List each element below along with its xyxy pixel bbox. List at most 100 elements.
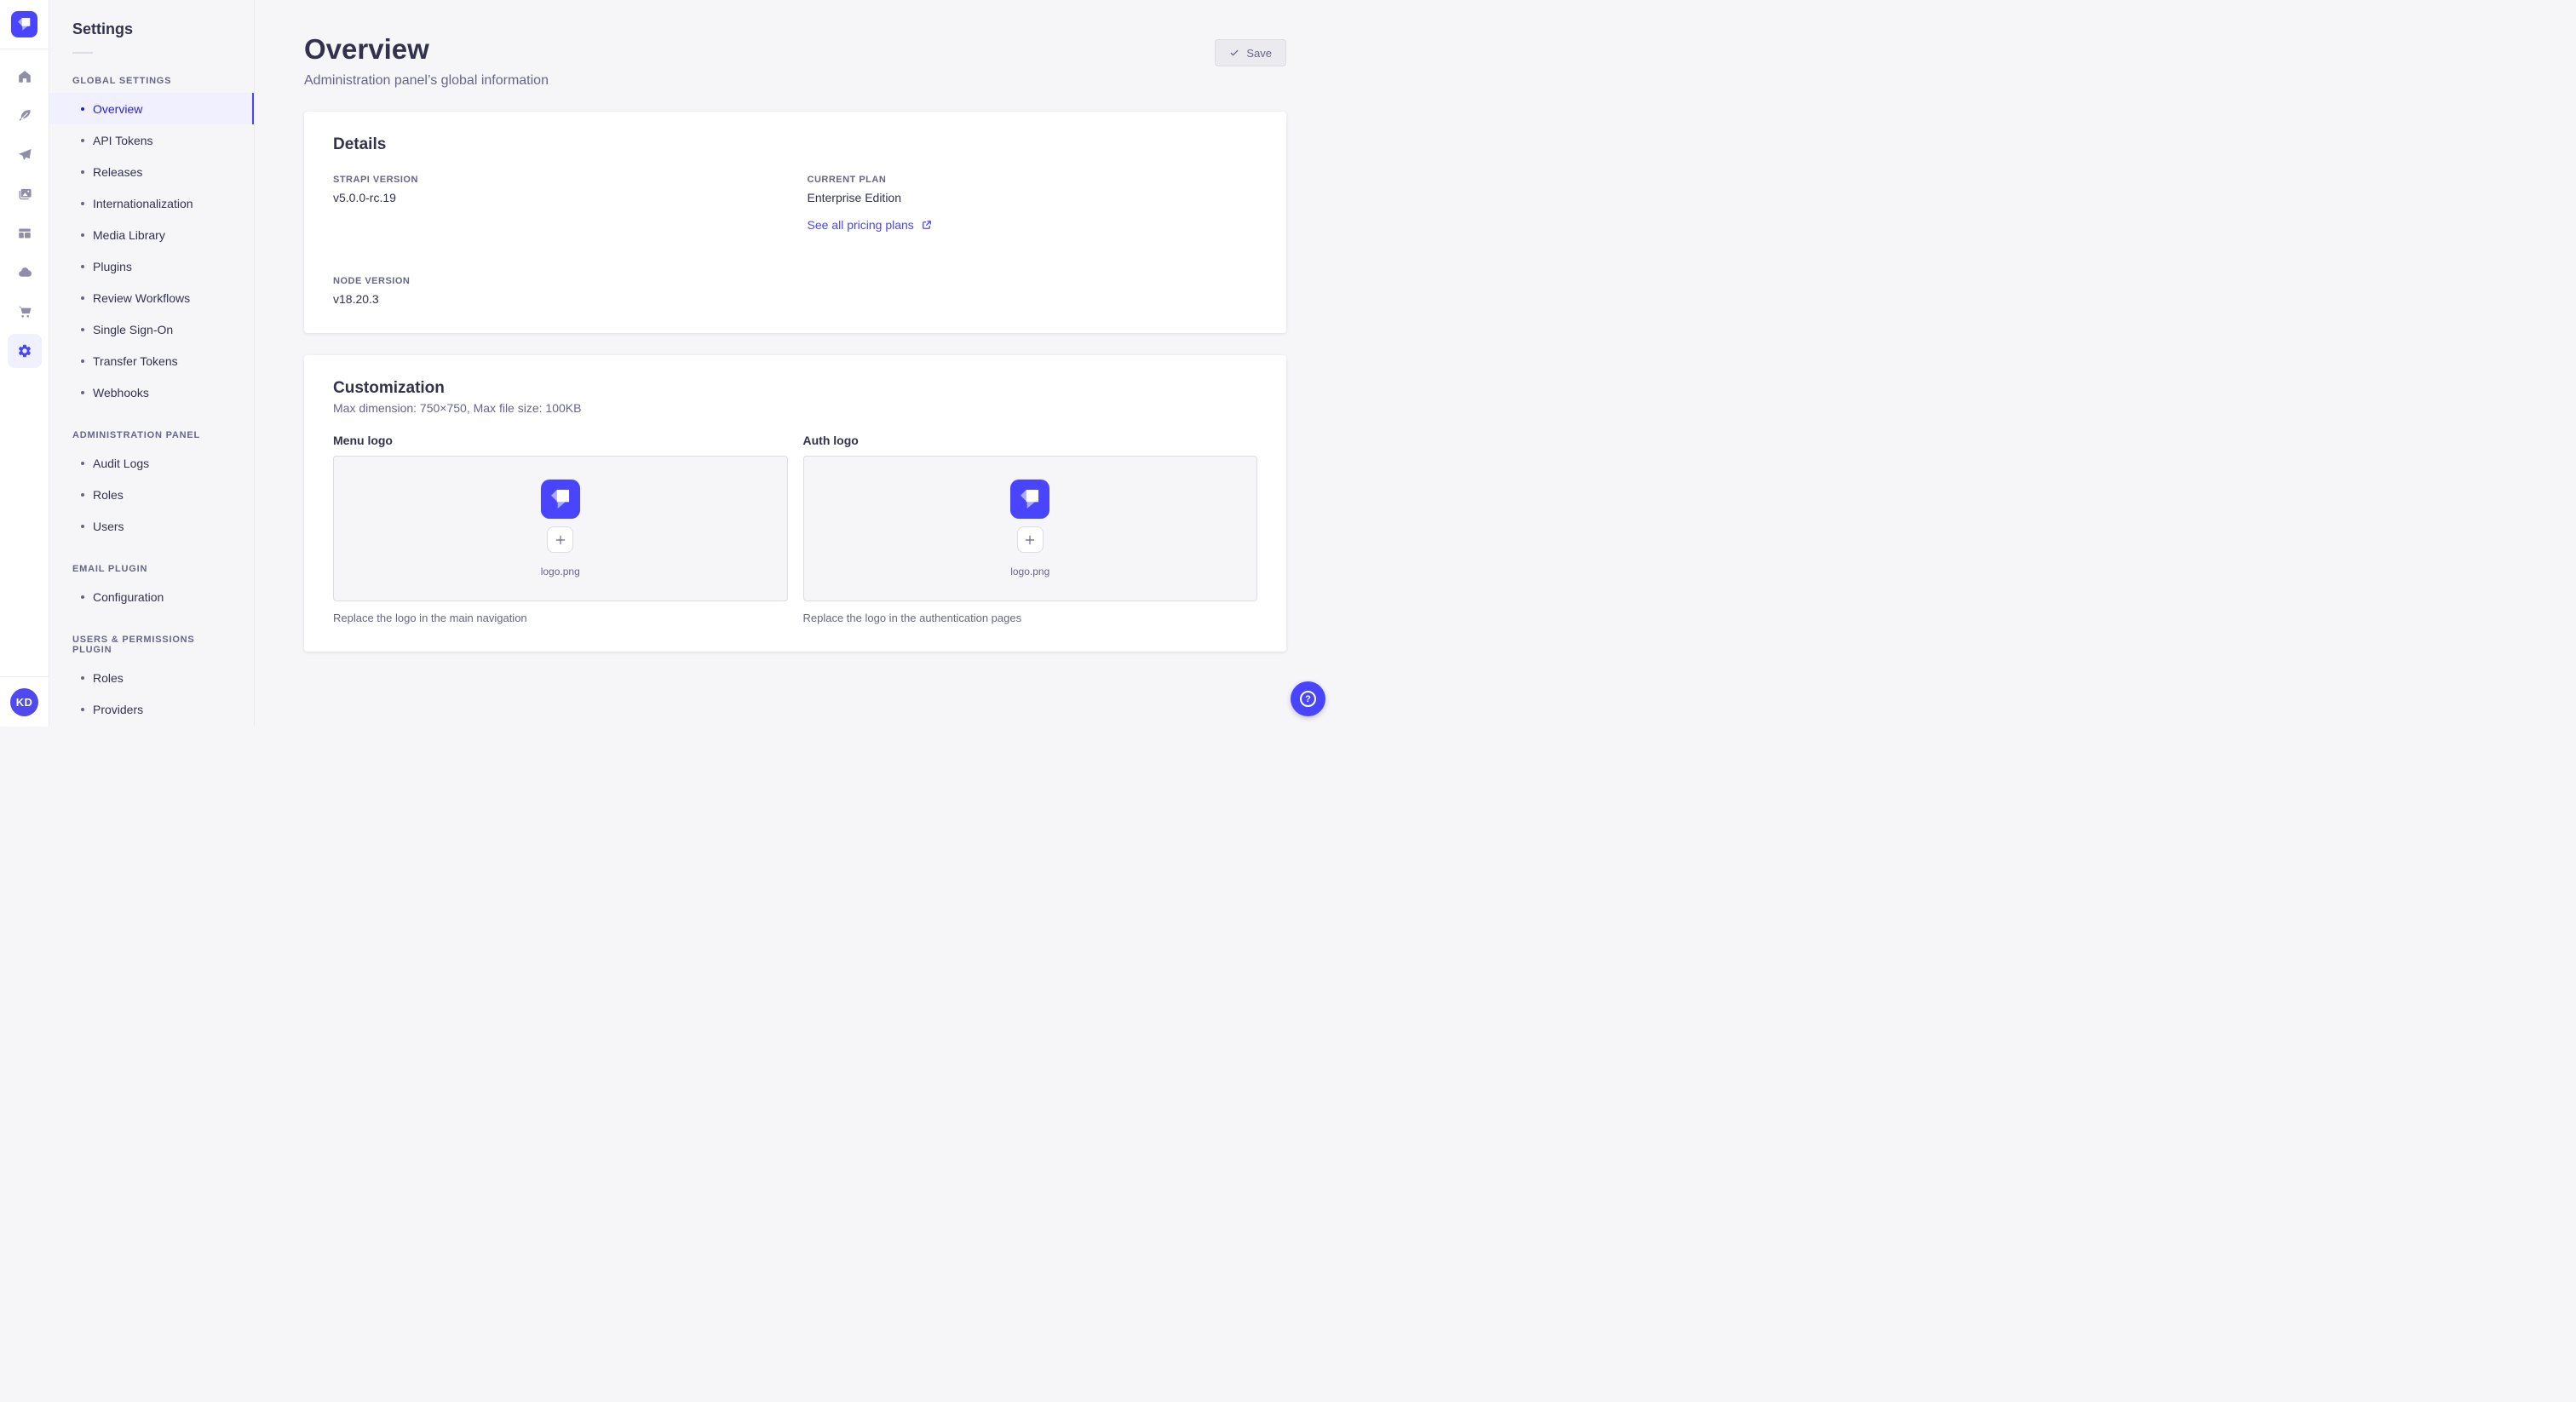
page-title: Overview — [304, 33, 429, 65]
strapi-logo-icon[interactable] — [11, 11, 37, 37]
sidebar-item-single-sign-on[interactable]: Single Sign-On — [49, 313, 254, 345]
shopping-cart-icon — [19, 306, 31, 318]
sidebar-item-transfer-tokens[interactable]: Transfer Tokens — [49, 345, 254, 376]
auth-logo-label: Auth logo — [802, 434, 859, 448]
pictures-icon — [19, 188, 32, 200]
sidebar-item-label: Webhooks — [93, 385, 149, 399]
sidebar-item-label: Media Library — [93, 227, 165, 242]
field-label: CURRENT PLAN — [807, 175, 887, 186]
sidebar-item-label: Configuration — [93, 589, 164, 604]
sidebar-item-roles-up[interactable]: Roles — [49, 662, 254, 693]
sidebar-item-label: Roles — [93, 487, 124, 502]
sidebar-item-label: Users — [93, 519, 124, 533]
cloud-icon — [18, 267, 32, 277]
sidebar-item-label: API Tokens — [93, 133, 153, 147]
sidebar-item-label: Providers — [93, 702, 144, 716]
bullet-icon — [81, 461, 84, 465]
save-button[interactable]: Save — [1215, 39, 1286, 66]
home-icon — [18, 71, 31, 83]
field-value: v18.20.3 — [333, 292, 379, 307]
main-content: Overview Administration panel’s global i… — [255, 0, 1336, 727]
strapi-version-field: STRAPI VERSION v5.0.0-rc.19 — [333, 175, 784, 233]
sidebar-item-plugins[interactable]: Plugins — [49, 250, 254, 282]
section-global-settings: GLOBAL SETTINGS — [72, 76, 172, 86]
nav-media-library-button[interactable] — [8, 177, 42, 211]
bullet-icon — [81, 138, 84, 142]
menu-logo-add-button[interactable] — [547, 526, 574, 554]
sidebar-item-releases[interactable]: Releases — [49, 156, 254, 187]
bullet-icon — [81, 390, 84, 394]
menu-logo-label: Menu logo — [333, 434, 393, 448]
menu-logo-dropzone[interactable]: logo.png — [333, 456, 788, 602]
nav-content-manager-button[interactable] — [8, 99, 42, 133]
administration-panel-list: Audit Logs Roles Users — [49, 447, 254, 542]
plus-icon — [555, 535, 565, 545]
rail-footer: KD — [0, 676, 49, 727]
bullet-icon — [81, 359, 84, 363]
sidebar-item-review-workflows[interactable]: Review Workflows — [49, 282, 254, 313]
sidebar-item-label: Plugins — [93, 259, 132, 273]
pricing-plans-link-label: See all pricing plans — [807, 218, 914, 233]
customization-card: Customization Max dimension: 750×750, Ma… — [304, 355, 1286, 652]
bullet-icon — [81, 264, 84, 268]
sidebar-item-audit-logs[interactable]: Audit Logs — [49, 447, 254, 479]
sidebar-item-label: Audit Logs — [93, 456, 150, 470]
field-label: NODE VERSION — [333, 276, 411, 287]
help-button[interactable]: ? — [1291, 681, 1325, 716]
sidebar-item-configuration[interactable]: Configuration — [49, 581, 254, 612]
sidebar-item-providers[interactable]: Providers — [49, 693, 254, 725]
plus-icon — [1026, 535, 1035, 545]
settings-gear-icon — [18, 344, 31, 358]
auth-logo-add-button[interactable] — [1016, 526, 1044, 554]
nav-marketplace-button[interactable] — [8, 295, 42, 329]
auth-logo-dropzone[interactable]: logo.png — [802, 456, 1257, 602]
subnav-divider — [72, 52, 93, 54]
workspace-logo-container — [0, 0, 49, 49]
settings-subnav: Settings GLOBAL SETTINGS Overview API To… — [49, 0, 255, 727]
current-plan-field: CURRENT PLAN Enterprise Edition See all … — [808, 175, 1258, 233]
section-administration-panel: ADMINISTRATION PANEL — [72, 430, 201, 440]
nav-settings-button[interactable] — [7, 334, 42, 368]
bullet-icon — [81, 233, 84, 237]
layout-icon — [18, 228, 31, 238]
sidebar-item-label: Single Sign-On — [93, 322, 174, 336]
pricing-plans-link[interactable]: See all pricing plans — [808, 218, 932, 232]
paper-plane-icon — [18, 148, 31, 160]
sidebar-item-roles-admin[interactable]: Roles — [49, 479, 254, 510]
sidebar-item-overview[interactable]: Overview — [49, 93, 254, 124]
bullet-icon — [81, 327, 84, 331]
bullet-icon — [81, 524, 84, 528]
bullet-icon — [81, 296, 84, 300]
page-subtitle: Administration panel’s global informatio… — [304, 73, 549, 89]
email-plugin-list: Configuration — [49, 581, 254, 612]
menu-logo-filename: logo.png — [540, 566, 580, 578]
sidebar-item-internationalization[interactable]: Internationalization — [49, 187, 254, 219]
check-icon — [1230, 49, 1239, 56]
strapi-admin-app: KD Settings GLOBAL SETTINGS Overview API… — [0, 0, 1336, 727]
nav-cloud-button[interactable] — [8, 256, 42, 290]
nav-home-button[interactable] — [8, 60, 42, 94]
customization-constraints: Max dimension: 750×750, Max file size: 1… — [333, 401, 582, 416]
auth-logo-filename: logo.png — [1010, 566, 1050, 578]
sidebar-item-label: Overview — [93, 101, 143, 116]
nav-layout-button[interactable] — [8, 216, 42, 250]
section-email-plugin: EMAIL PLUGIN — [72, 564, 148, 574]
auth-logo-upload: Auth logo logo.png Replace the logo in t… — [802, 434, 1257, 625]
user-avatar[interactable]: KD — [10, 687, 38, 716]
sidebar-item-media-library[interactable]: Media Library — [49, 219, 254, 250]
bullet-icon — [81, 106, 84, 111]
sidebar-item-webhooks[interactable]: Webhooks — [49, 376, 254, 408]
sidebar-item-label: Roles — [93, 670, 124, 685]
details-card: Details STRAPI VERSION v5.0.0-rc.19 CURR… — [304, 112, 1286, 334]
sidebar-item-api-tokens[interactable]: API Tokens — [49, 124, 254, 156]
sidebar-item-users[interactable]: Users — [49, 510, 254, 542]
details-card-title: Details — [333, 135, 387, 154]
sidebar-item-label: Internationalization — [93, 196, 193, 210]
logo-uploads: Menu logo logo.png Replace the logo in t… — [333, 434, 1257, 624]
nav-content-type-builder-button[interactable] — [8, 138, 42, 172]
sidebar-item-label: Releases — [93, 164, 143, 179]
save-button-label: Save — [1246, 46, 1272, 60]
auth-logo-hint: Replace the logo in the authentication p… — [802, 612, 1022, 625]
bullet-icon — [81, 170, 84, 174]
field-value: Enterprise Edition — [807, 191, 902, 205]
